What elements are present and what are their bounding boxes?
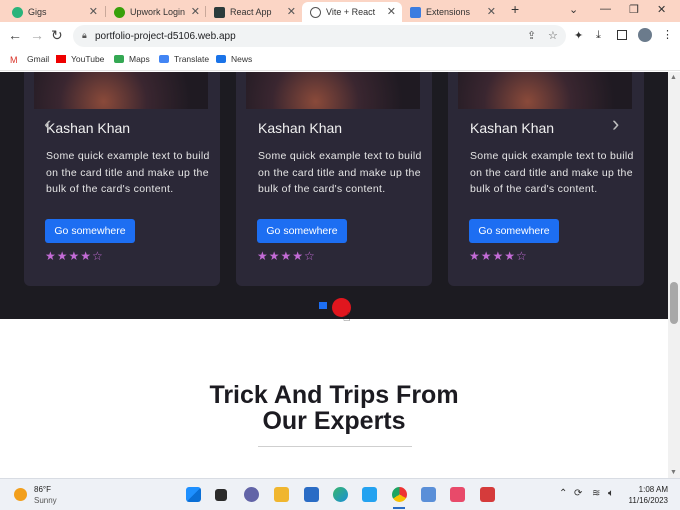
teams-chat-icon[interactable] [244, 487, 259, 502]
tab-extensions[interactable]: Extensions ✕ [402, 2, 502, 22]
scrollbar-thumb[interactable] [670, 282, 678, 324]
active-app-indicator [393, 507, 405, 509]
news-icon [216, 55, 226, 63]
tab-search-icon[interactable]: ⌄ [569, 3, 578, 16]
carousel-prev-icon[interactable]: ‹ [44, 111, 51, 137]
taskbar: 86°F Sunny ⌃ ⟳ ≋ 🔈︎ 1:08 AM 11/16/2023 [0, 478, 680, 510]
hand-cursor-icon: ☝︎ [343, 310, 351, 324]
react-favicon-icon [214, 6, 225, 18]
notepad-icon[interactable] [421, 487, 436, 502]
close-icon[interactable]: ✕ [89, 5, 98, 18]
tab-strip: Gigs ✕ Upwork Login ✕ React App ✕ Vite +… [0, 0, 680, 22]
clock[interactable]: 1:08 AM 11/16/2023 [629, 484, 668, 506]
avatar[interactable] [638, 28, 652, 42]
task-view-icon[interactable] [215, 489, 227, 501]
onedrive-sync-icon[interactable]: ⟳ [574, 488, 582, 499]
close-icon[interactable]: ✕ [387, 5, 396, 18]
carousel-indicator[interactable] [319, 302, 327, 309]
card: Kashan Khan Some quick example text to b… [236, 72, 432, 286]
gigs-favicon-icon [12, 6, 23, 18]
close-icon[interactable]: ✕ [487, 5, 496, 18]
weather-text[interactable]: Sunny [34, 496, 57, 505]
card-image [34, 72, 208, 109]
tab-upwork[interactable]: Upwork Login ✕ [106, 2, 206, 22]
go-somewhere-button[interactable]: Go somewhere [257, 219, 347, 243]
tab-gigs[interactable]: Gigs ✕ [4, 2, 104, 22]
menu-icon[interactable]: ⋮ [662, 28, 673, 41]
star-rating: ★★★★☆ [469, 249, 528, 263]
restore-icon[interactable]: ❐ [629, 3, 639, 16]
close-icon[interactable]: ✕ [287, 5, 296, 18]
lock-icon: 🔒︎ [82, 30, 87, 40]
maps-icon [114, 55, 124, 63]
tab-react-app[interactable]: React App ✕ [206, 2, 302, 22]
minimize-icon[interactable]: — [600, 3, 611, 15]
sidepanel-icon[interactable] [617, 30, 627, 40]
bookmark-star-icon[interactable]: ☆ [548, 29, 558, 42]
section-heading: Trick And Trips From Our Experts [209, 381, 459, 435]
chrome-icon[interactable] [392, 487, 407, 502]
extensions-icon[interactable]: ✦ [574, 29, 583, 42]
card-title: Kashan Khan [470, 120, 555, 136]
globe-icon [310, 6, 321, 18]
heading-divider [258, 446, 412, 447]
sun-icon[interactable] [14, 488, 27, 501]
new-tab-button[interactable]: + [511, 1, 519, 17]
edge-icon[interactable] [333, 487, 348, 502]
bookmark-news[interactable]: News [216, 54, 252, 64]
wifi-icon[interactable]: ≋ [592, 488, 600, 499]
star-rating: ★★★★☆ [45, 249, 104, 263]
download-icon[interactable]: ⤓ [596, 29, 601, 42]
url-text[interactable]: portfolio-project-d5106.web.app [95, 31, 236, 42]
puzzle-icon [410, 6, 421, 18]
tab-vite-react[interactable]: Vite + React ✕ [302, 2, 402, 22]
card-title: Kashan Khan [258, 120, 343, 136]
scrollbar[interactable]: ▲ ▼ [668, 72, 680, 478]
chevron-up-icon[interactable]: ⌃ [559, 488, 567, 499]
card: Kashan Khan Some quick example text to b… [448, 72, 644, 286]
bookmarks-bar: M Gmail YouTube Maps Translate News [0, 49, 680, 71]
translate-icon [159, 55, 169, 63]
star-rating: ★★★★☆ [257, 249, 316, 263]
bookmark-youtube[interactable]: YouTube [56, 54, 104, 64]
gmail-icon: M [10, 55, 18, 65]
vscode-icon[interactable] [362, 487, 377, 502]
card-text: Some quick example text to build on the … [470, 150, 634, 195]
reload-icon[interactable]: ↻ [51, 27, 63, 44]
volume-icon[interactable]: 🔈︎ [608, 488, 614, 499]
card-carousel: Kashan Khan Some quick example text to b… [0, 72, 668, 324]
store-icon[interactable] [304, 487, 319, 502]
share-icon[interactable]: ⇪ [527, 29, 536, 42]
card-text: Some quick example text to build on the … [258, 150, 422, 195]
card-title: Kashan Khan [46, 120, 131, 136]
card: Kashan Khan Some quick example text to b… [24, 72, 220, 286]
page-viewport: Kashan Khan Some quick example text to b… [0, 72, 668, 478]
close-icon[interactable]: ✕ [191, 5, 200, 18]
bookmark-translate[interactable]: Translate [159, 54, 209, 64]
scroll-up-icon[interactable]: ▲ [670, 74, 677, 81]
snipping-tool-icon[interactable] [450, 487, 465, 502]
card-text: Some quick example text to build on the … [46, 150, 210, 195]
scroll-down-icon[interactable]: ▼ [670, 469, 677, 476]
upwork-favicon-icon [114, 6, 125, 18]
recorder-icon[interactable] [480, 487, 495, 502]
close-window-icon[interactable]: ✕ [657, 3, 666, 16]
card-image [246, 72, 420, 109]
card-image [458, 72, 632, 109]
bookmark-maps[interactable]: Maps [114, 54, 150, 64]
windows-start-icon[interactable] [186, 487, 201, 502]
forward-icon[interactable]: → [30, 27, 44, 43]
carousel-next-icon[interactable]: › [612, 111, 619, 137]
back-icon[interactable]: ← [8, 27, 22, 43]
youtube-icon [56, 55, 66, 63]
bookmark-gmail[interactable]: M Gmail [10, 54, 49, 65]
go-somewhere-button[interactable]: Go somewhere [469, 219, 559, 243]
temperature[interactable]: 86°F [34, 485, 51, 494]
file-explorer-icon[interactable] [274, 487, 289, 502]
go-somewhere-button[interactable]: Go somewhere [45, 219, 135, 243]
